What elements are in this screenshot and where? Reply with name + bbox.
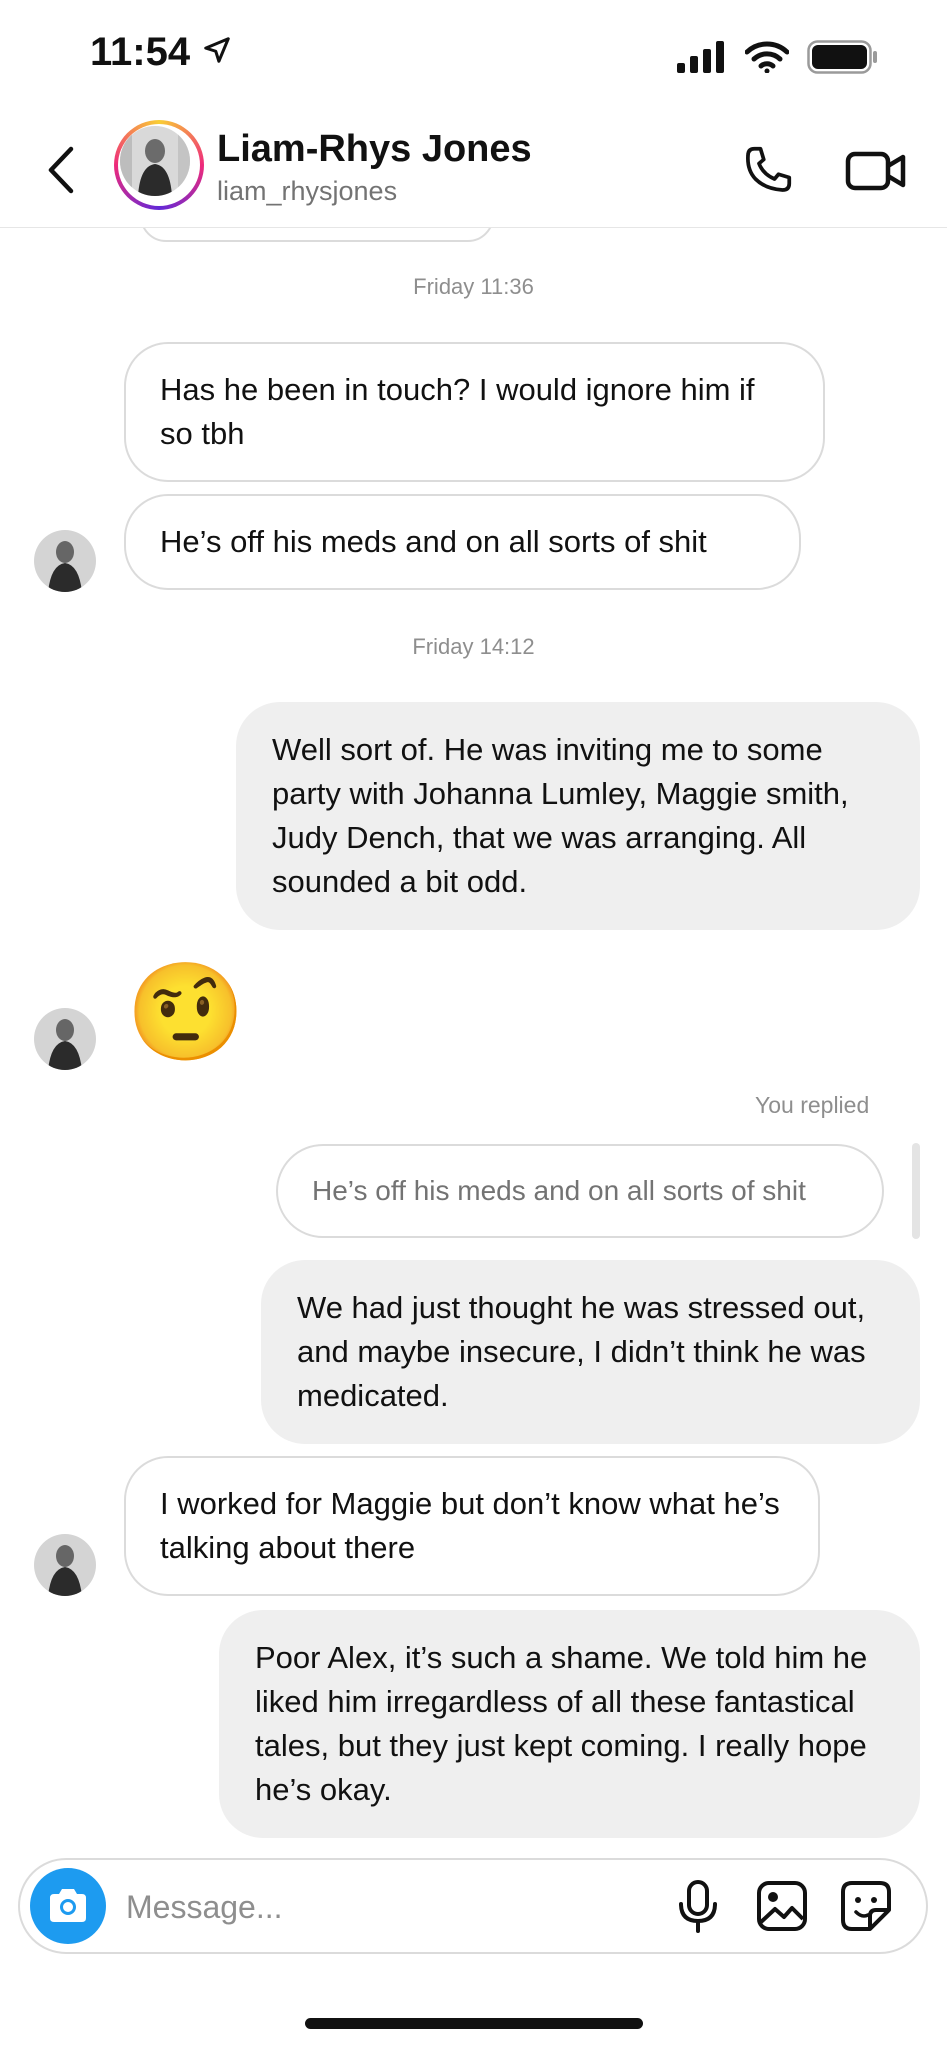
message-input[interactable]	[124, 1882, 608, 1932]
reply-quote[interactable]: He’s off his meds and on all sorts of sh…	[276, 1144, 884, 1238]
gallery-button[interactable]	[754, 1878, 810, 1934]
message-thread[interactable]: Friday 11:36 Has he been in touch? I wou…	[0, 228, 947, 1848]
status-bar: 11:54	[0, 0, 947, 110]
battery-icon	[807, 40, 879, 79]
video-camera-icon	[845, 151, 906, 191]
replied-label: You replied	[755, 1092, 870, 1118]
back-button[interactable]	[36, 140, 86, 200]
camera-icon	[50, 1889, 86, 1922]
outgoing-message[interactable]: Poor Alex, it’s such a shame. We told hi…	[219, 1610, 920, 1838]
sender-avatar[interactable]	[34, 1008, 96, 1070]
contact-username[interactable]: liam_rhysjones	[217, 176, 397, 207]
outgoing-message[interactable]: Well sort of. He was inviting me to some…	[236, 702, 920, 930]
scrollbar[interactable]	[912, 1143, 920, 1239]
video-call-button[interactable]	[845, 140, 907, 200]
chat-header: Liam-Rhys Jones liam_rhysjones	[0, 110, 947, 228]
camera-button[interactable]	[30, 1868, 106, 1944]
incoming-message[interactable]: I worked for Maggie but don’t know what …	[124, 1456, 820, 1596]
wifi-icon	[744, 41, 790, 78]
sticker-button[interactable]	[838, 1878, 894, 1934]
gallery-icon	[757, 1881, 807, 1931]
phone-icon	[746, 146, 792, 192]
outgoing-message[interactable]: We had just thought he was stressed out,…	[261, 1260, 920, 1444]
timestamp: Friday 14:12	[412, 634, 535, 659]
sticker-icon	[841, 1881, 891, 1931]
voice-call-button[interactable]	[738, 140, 798, 200]
incoming-message[interactable]: He’s off his meds and on all sorts of sh…	[124, 494, 801, 590]
contact-name[interactable]: Liam-Rhys Jones	[217, 128, 532, 171]
clipped-message-bubble	[140, 228, 494, 242]
location-arrow-icon	[202, 35, 232, 70]
status-icons	[677, 40, 879, 79]
status-time-group: 11:54	[90, 30, 232, 75]
signal-icon	[677, 41, 727, 78]
timestamp: Friday 11:36	[413, 274, 534, 299]
profile-avatar[interactable]	[114, 120, 204, 210]
message-composer	[18, 1858, 928, 1954]
emoji-message[interactable]: 🤨	[126, 958, 246, 1068]
home-indicator[interactable]	[305, 2018, 643, 2029]
voice-message-button[interactable]	[670, 1878, 726, 1934]
sender-avatar[interactable]	[34, 530, 96, 592]
sender-avatar[interactable]	[34, 1534, 96, 1596]
back-chevron-icon	[48, 146, 74, 194]
incoming-message[interactable]: Has he been in touch? I would ignore him…	[124, 342, 825, 482]
microphone-icon	[679, 1880, 717, 1933]
status-time: 11:54	[90, 30, 191, 74]
